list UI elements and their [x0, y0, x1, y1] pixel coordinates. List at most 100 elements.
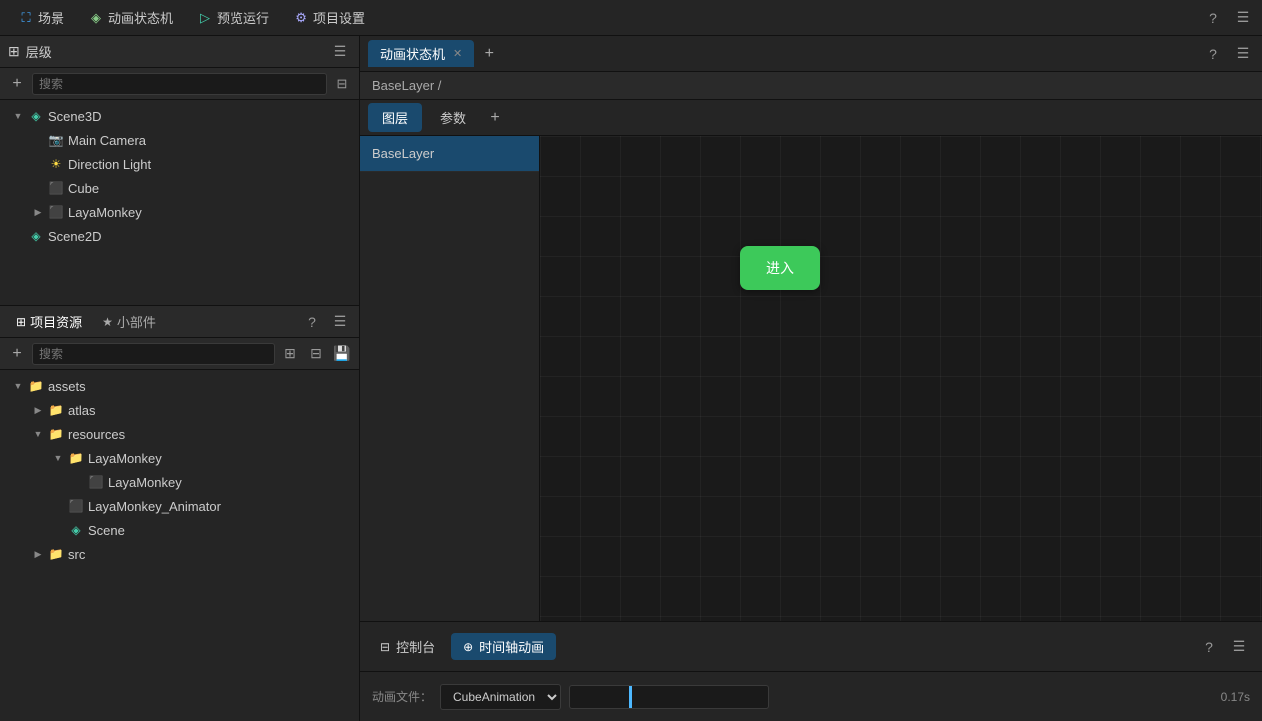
tree-item-layamonkey[interactable]: ▶ ⬛ LayaMonkey — [0, 200, 359, 224]
project-layout-btn[interactable]: ⊟ — [305, 343, 327, 365]
preview-btn[interactable]: ▷ 预览运行 — [187, 4, 279, 31]
project-save-btn[interactable]: 💾 — [331, 343, 353, 365]
anim-menu-btn[interactable]: ☰ — [1232, 43, 1254, 65]
anim-help-btn[interactable]: ? — [1202, 43, 1224, 65]
cube-icon: ⬛ — [48, 180, 64, 196]
layamonkey-file-icon: ⬛ — [88, 474, 104, 490]
tree-item-assets[interactable]: ▼ 📁 assets — [0, 374, 359, 398]
animator-icon: ⬛ — [68, 498, 84, 514]
layamonkey-icon: ⬛ — [48, 204, 64, 220]
tab-timeline[interactable]: ⊕ 时间轴动画 — [451, 633, 556, 660]
arrow-layamonkey-folder: ▼ — [52, 452, 64, 464]
timeline-handle[interactable] — [629, 686, 632, 708]
arrow-resources: ▼ — [32, 428, 44, 440]
timeline-bottom: 动画文件： CubeAnimation 0.17s — [360, 671, 1262, 721]
anim-file-label: 动画文件： — [372, 688, 432, 705]
scene2d-label: Scene2D — [48, 229, 101, 244]
base-layer-label: BaseLayer — [372, 146, 434, 161]
tree-item-scene2d[interactable]: ▶ ◈ Scene2D — [0, 224, 359, 248]
anim-state-machine-tab[interactable]: 动画状态机 ✕ — [368, 40, 474, 67]
timeline-time: 0.17s — [1221, 690, 1250, 704]
tree-item-atlas[interactable]: ▶ 📁 atlas — [0, 398, 359, 422]
tab-widgets[interactable]: ★ 小部件 — [94, 308, 164, 335]
bottom-menu-btn[interactable]: ☰ — [1228, 636, 1250, 658]
hierarchy-add-btn[interactable]: + — [6, 73, 28, 95]
tab-project-resources[interactable]: ⊞ 项目资源 — [8, 308, 90, 335]
settings-btn[interactable]: ⚙ 项目设置 — [283, 4, 375, 31]
bottom-right: ? ☰ — [1186, 636, 1262, 658]
left-panel: ⊞ 层级 ☰ + ⊟ ▼ ◈ Scene3D — [0, 36, 360, 721]
animator-label: LayaMonkey_Animator — [88, 499, 221, 514]
anim-tab-label: 动画状态机 — [380, 44, 445, 63]
tree-item-cube[interactable]: ▶ ⬛ Cube — [0, 176, 359, 200]
project-toolbar: + ⊞ ⊟ 💾 — [0, 338, 359, 370]
hierarchy-search-input[interactable] — [32, 73, 327, 95]
anim-add-tab-btn[interactable]: + — [478, 43, 500, 65]
scene-file-icon: ◈ — [68, 522, 84, 538]
tab-params[interactable]: 参数 — [426, 103, 480, 132]
anim-tabs: 动画状态机 ✕ + ? ☰ — [360, 36, 1262, 72]
anim-canvas[interactable]: 进入 任何状态 — [540, 136, 1262, 621]
entry-state-label: 进入 — [766, 258, 794, 278]
hierarchy-collapse-btn[interactable]: ⊟ — [331, 73, 353, 95]
params-tab-label: 参数 — [440, 111, 466, 126]
right-panel: 动画状态机 ✕ + ? ☰ BaseLayer / 图层 参数 + — [360, 36, 1262, 721]
breadcrumb-text: BaseLayer / — [372, 78, 441, 93]
anim-file-select[interactable]: CubeAnimation — [440, 684, 561, 710]
main-layout: ⊞ 层级 ☰ + ⊟ ▼ ◈ Scene3D — [0, 36, 1262, 721]
src-label: src — [68, 547, 85, 562]
bottom-help-btn[interactable]: ? — [1198, 636, 1220, 658]
tree-item-resources[interactable]: ▼ 📁 resources — [0, 422, 359, 446]
menu-btn[interactable]: ☰ — [1232, 7, 1254, 29]
anim-state-btn[interactable]: ◈ 动画状态机 — [78, 4, 183, 31]
tree-item-direction-light[interactable]: ▶ ☀ Direction Light — [0, 152, 359, 176]
scene-file-label: Scene — [88, 523, 125, 538]
hierarchy-menu-btn[interactable]: ☰ — [329, 41, 351, 63]
arrow-atlas: ▶ — [32, 404, 44, 416]
layer-add-btn[interactable]: + — [484, 107, 506, 129]
hierarchy-header: ⊞ 层级 ☰ — [0, 36, 359, 68]
tree-item-layamonkey-folder[interactable]: ▼ 📁 LayaMonkey — [0, 446, 359, 470]
hierarchy-header-right: ☰ — [329, 41, 351, 63]
layer-tabs: 图层 参数 + — [360, 100, 1262, 136]
arrow-layamonkey: ▶ — [32, 206, 44, 218]
tree-item-src[interactable]: ▶ 📁 src — [0, 542, 359, 566]
tree-item-scene3d[interactable]: ▼ ◈ Scene3D — [0, 104, 359, 128]
scene3d-label: Scene3D — [48, 109, 101, 124]
layamonkey-label: LayaMonkey — [68, 205, 142, 220]
help-btn[interactable]: ? — [1202, 7, 1224, 29]
project-resources-icon: ⊞ — [16, 315, 26, 329]
scene-btn[interactable]: ⛶ 场景 — [8, 4, 74, 31]
tree-item-scene-file[interactable]: ▶ ◈ Scene — [0, 518, 359, 542]
layamonkey-folder-label: LayaMonkey — [88, 451, 162, 466]
tree-item-main-camera[interactable]: ▶ 📷 Main Camera — [0, 128, 359, 152]
console-icon: ⊟ — [380, 640, 390, 654]
preview-label: 预览运行 — [217, 8, 269, 27]
anim-state-icon: ◈ — [88, 10, 104, 26]
timeline-label: 时间轴动画 — [479, 637, 544, 656]
tree-item-animator[interactable]: ▶ ⬛ LayaMonkey_Animator — [0, 494, 359, 518]
state-node-entry[interactable]: 进入 — [740, 246, 820, 290]
anim-tab-close-btn[interactable]: ✕ — [453, 47, 462, 60]
tree-item-layamonkey-file[interactable]: ▶ ⬛ LayaMonkey — [0, 470, 359, 494]
resources-label: resources — [68, 427, 125, 442]
bottom-area: ⊟ 控制台 ⊕ 时间轴动画 ? ☰ — [360, 621, 1262, 671]
arrow-assets: ▼ — [12, 380, 24, 392]
console-label: 控制台 — [396, 637, 435, 656]
tab-console[interactable]: ⊟ 控制台 — [368, 633, 447, 660]
hierarchy-title-text: 层级 — [26, 42, 52, 61]
scene3d-icon: ◈ — [28, 108, 44, 124]
anim-state-label: 动画状态机 — [108, 8, 173, 27]
hierarchy-tree: ▼ ◈ Scene3D ▶ 📷 Main Camera ▶ ☀ Directio… — [0, 100, 359, 305]
project-menu-btn[interactable]: ☰ — [329, 311, 351, 333]
settings-icon: ⚙ — [293, 10, 309, 26]
project-filter-btn[interactable]: ⊞ — [279, 343, 301, 365]
layer-item-base[interactable]: BaseLayer — [360, 136, 539, 172]
project-help-btn[interactable]: ? — [301, 311, 323, 333]
project-search-input[interactable] — [32, 343, 275, 365]
assets-folder-icon: 📁 — [28, 378, 44, 394]
tab-layers[interactable]: 图层 — [368, 103, 422, 132]
project-section: ⊞ 项目资源 ★ 小部件 ? ☰ + ⊞ ⊟ 💾 — [0, 306, 359, 721]
timeline-bar[interactable] — [569, 685, 769, 709]
project-add-btn[interactable]: + — [6, 343, 28, 365]
